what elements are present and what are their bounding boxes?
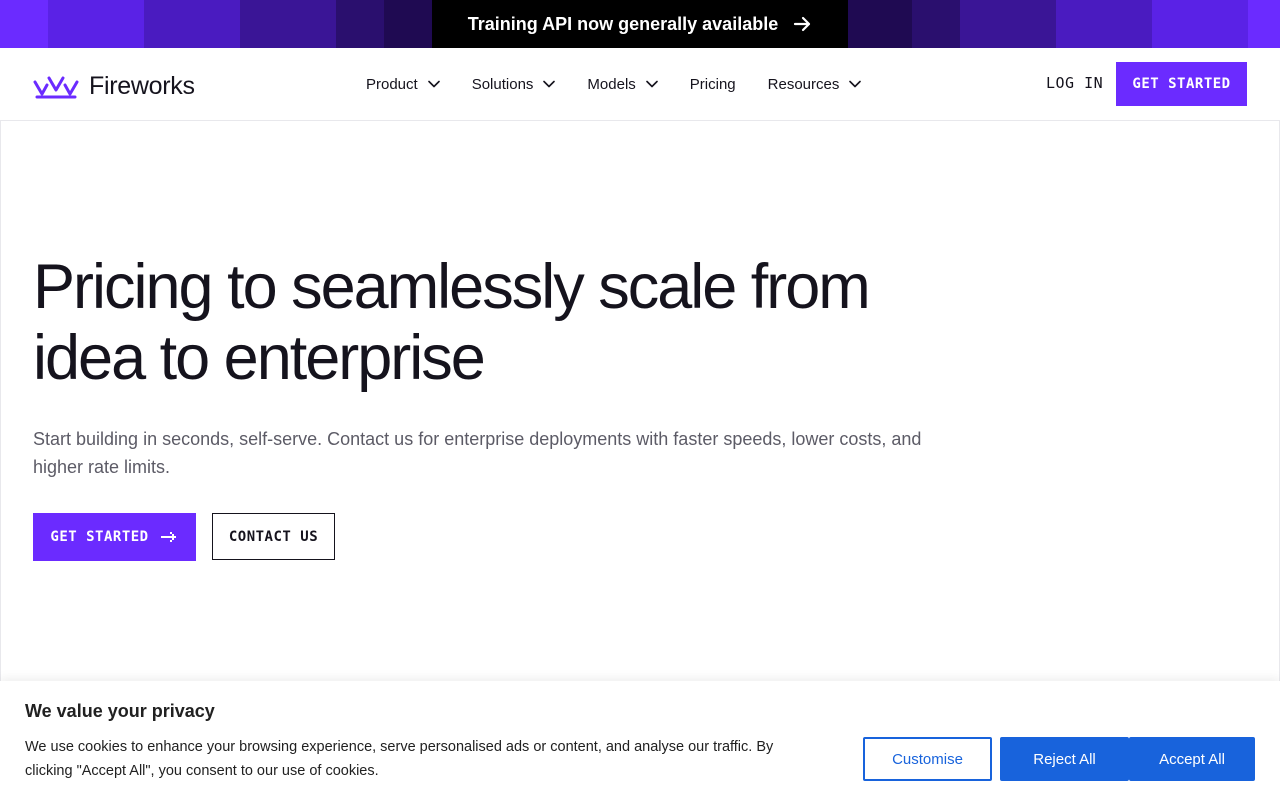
hero-get-started-button[interactable]: GET STARTED bbox=[33, 513, 196, 561]
get-started-button[interactable]: GET STARTED bbox=[1116, 62, 1247, 106]
nav-item-models[interactable]: Models bbox=[587, 75, 658, 93]
logo[interactable]: Fireworks bbox=[33, 72, 195, 101]
announcement-gradient-cell bbox=[1248, 0, 1280, 48]
announcement-gradient-cell bbox=[912, 0, 960, 48]
cookie-banner: We value your privacy We use cookies to … bbox=[0, 681, 1280, 800]
fireworks-logo-icon bbox=[33, 76, 79, 98]
announcement-gradient-cell bbox=[1200, 0, 1248, 48]
hero-subtitle: Start building in seconds, self-serve. C… bbox=[33, 429, 922, 477]
announcement-text: Training API now generally available bbox=[467, 13, 779, 34]
announcement-gradient-cell bbox=[48, 0, 96, 48]
main-nav: Product Solutions Models Pricing Resourc… bbox=[366, 48, 893, 120]
hero-section bbox=[0, 121, 1280, 681]
nav-item-pricing[interactable]: Pricing bbox=[690, 76, 736, 93]
chevron-down-icon bbox=[849, 80, 862, 88]
announcement-gradient-cell bbox=[1056, 0, 1104, 48]
navbar: Fireworks Product Solutions Models Prici… bbox=[0, 48, 1280, 121]
announcement-gradient-cell bbox=[1008, 0, 1056, 48]
nav-item-resources[interactable]: Resources bbox=[768, 76, 862, 93]
cookie-title: We value your privacy bbox=[25, 701, 215, 721]
announcement-gradient-cell bbox=[192, 0, 240, 48]
cookie-text: We use cookies to enhance your browsing … bbox=[25, 739, 774, 779]
announcement-gradient-cell bbox=[96, 0, 144, 48]
announcement-gradient-cell bbox=[0, 0, 48, 48]
nav-item-label: Solutions bbox=[471, 75, 534, 93]
announcement-gradient-cell bbox=[1152, 0, 1200, 48]
reject-all-button[interactable]: Reject All bbox=[1000, 737, 1129, 781]
chevron-down-icon bbox=[427, 80, 440, 88]
customise-button[interactable]: Customise bbox=[863, 737, 992, 781]
nav-item-product[interactable]: Product bbox=[366, 76, 440, 93]
announcement-gradient-cell bbox=[384, 0, 432, 48]
announcement-gradient-cell bbox=[336, 0, 384, 48]
announcement-gradient-cell bbox=[960, 0, 1008, 48]
announcement-gradient-cell bbox=[240, 0, 288, 48]
button-label: GET STARTED bbox=[50, 529, 149, 545]
arrow-right-icon bbox=[794, 16, 811, 32]
contact-us-button[interactable]: CONTACT US bbox=[212, 513, 335, 560]
logo-text: Fireworks bbox=[89, 72, 195, 100]
nav-item-label: Resources bbox=[767, 75, 840, 93]
nav-item-label: Pricing bbox=[689, 75, 736, 93]
login-link[interactable]: LOG IN bbox=[1046, 74, 1103, 92]
announcement-gradient-cell bbox=[144, 0, 192, 48]
nav-item-solutions[interactable]: Solutions bbox=[472, 76, 556, 93]
accept-all-button[interactable]: Accept All bbox=[1129, 737, 1255, 781]
nav-item-label: Models bbox=[587, 75, 636, 93]
announcement-gradient-cell bbox=[864, 0, 912, 48]
pixel-arrow-right-icon bbox=[160, 532, 176, 542]
announcement-gradient-cell bbox=[1104, 0, 1152, 48]
chevron-down-icon bbox=[543, 80, 556, 88]
announcement-gradient-cell bbox=[288, 0, 336, 48]
page-title: Pricing to seamlessly scale from idea to… bbox=[33, 252, 871, 393]
nav-item-label: Product bbox=[366, 75, 418, 93]
announcement-link[interactable]: Training API now generally available bbox=[432, 0, 848, 48]
chevron-down-icon bbox=[645, 80, 658, 88]
